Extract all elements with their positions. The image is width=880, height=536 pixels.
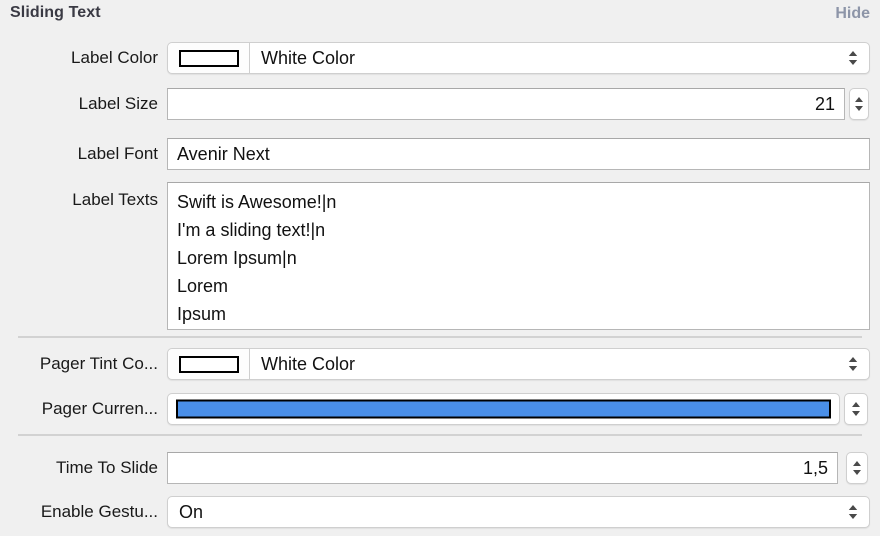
chevron-up-down-icon <box>846 48 860 68</box>
row-pager-tint-color: Pager Tint Co... White Color <box>0 348 880 380</box>
row-label-font: Label Font Avenir Next <box>0 138 880 170</box>
label-texts-line: Lorem Ipsum|n <box>177 244 869 272</box>
pager-tint-color-colorwell[interactable] <box>168 349 250 379</box>
enable-gestures-popup-button[interactable]: On <box>167 496 870 528</box>
label-color-label: Label Color <box>0 48 158 68</box>
section-divider-2 <box>18 434 862 436</box>
row-label-size: Label Size 21 <box>0 88 880 120</box>
row-label-color: Label Color White Color <box>0 42 880 74</box>
label-size-value: 21 <box>168 94 844 115</box>
label-size-input[interactable]: 21 <box>167 88 845 120</box>
section-header: Sliding Text Hide <box>0 0 880 30</box>
pager-tint-color-label: Pager Tint Co... <box>0 354 158 374</box>
label-font-label: Label Font <box>0 144 158 164</box>
label-color-colorwell[interactable] <box>168 43 250 73</box>
label-size-stepper[interactable] <box>849 88 869 120</box>
label-texts-label: Label Texts <box>0 190 158 210</box>
label-texts-line: Lorem <box>177 272 869 300</box>
pager-current-page-stepper[interactable] <box>844 393 868 425</box>
stepper-up-down-icon <box>853 93 865 115</box>
sliding-text-inspector-panel: Sliding Text Hide Label Color White Colo… <box>0 0 880 536</box>
pager-current-page-label: Pager Curren... <box>0 399 158 419</box>
pager-tint-color-swatch <box>179 356 239 373</box>
label-color-swatch <box>179 50 239 67</box>
chevron-up-down-icon <box>846 354 860 374</box>
label-color-popup-button[interactable]: White Color <box>167 42 870 74</box>
label-size-label: Label Size <box>0 94 158 114</box>
enable-gestures-label: Enable Gestu... <box>0 502 158 522</box>
label-texts-line: Ipsum <box>177 300 869 328</box>
label-font-value: Avenir Next <box>168 144 869 165</box>
pager-current-page-swatch <box>176 400 831 419</box>
time-to-slide-label: Time To Slide <box>0 458 158 478</box>
enable-gestures-value: On <box>168 502 203 523</box>
label-texts-line: I'm a sliding text!|n <box>177 216 869 244</box>
row-time-to-slide: Time To Slide 1,5 <box>0 452 880 484</box>
time-to-slide-input[interactable]: 1,5 <box>167 452 838 484</box>
row-pager-current-page: Pager Curren... <box>0 393 880 425</box>
row-enable-gestures: Enable Gestu... On <box>0 496 880 528</box>
hide-section-button[interactable]: Hide <box>835 5 870 23</box>
label-texts-line: Swift is Awesome!|n <box>177 188 869 216</box>
section-divider-1 <box>18 336 862 338</box>
chevron-up-down-icon <box>846 502 860 522</box>
chevron-up-down-icon <box>849 398 863 420</box>
pager-tint-color-popup-button[interactable]: White Color <box>167 348 870 380</box>
time-to-slide-stepper[interactable] <box>846 452 868 484</box>
row-label-texts: Label Texts Swift is Awesome!|n I'm a sl… <box>0 182 880 330</box>
stepper-up-down-icon <box>851 457 863 479</box>
time-to-slide-value: 1,5 <box>168 458 837 479</box>
page-title: Sliding Text <box>10 4 101 22</box>
pager-current-page-colorwell[interactable] <box>167 393 840 425</box>
label-texts-textarea[interactable]: Swift is Awesome!|n I'm a sliding text!|… <box>167 182 870 330</box>
label-font-input[interactable]: Avenir Next <box>167 138 870 170</box>
